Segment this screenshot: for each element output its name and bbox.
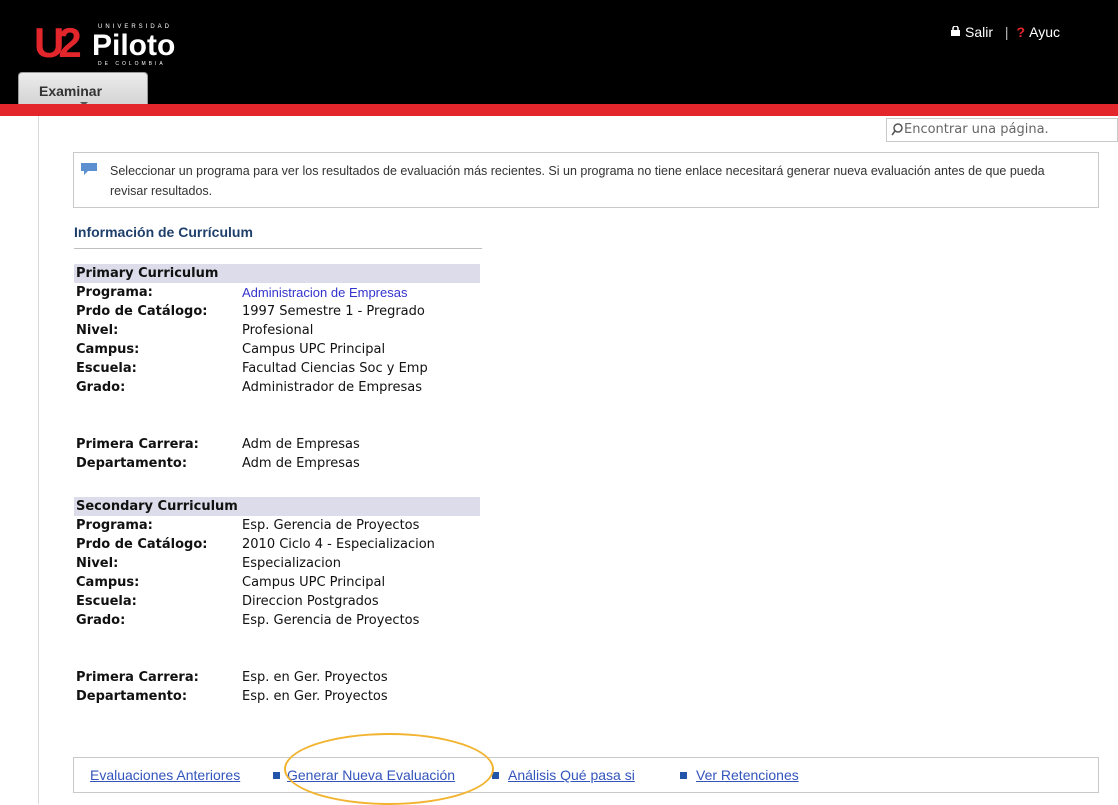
comment-icon: [81, 163, 97, 175]
lock-icon: [951, 26, 960, 37]
examinar-label: Examinar: [39, 83, 103, 99]
search-icon: [891, 123, 903, 136]
table-row: Escuela: Facultad Ciencias Soc y Emp: [74, 359, 480, 378]
row-label: Escuela:: [76, 361, 137, 376]
row-label: Nivel:: [76, 556, 119, 571]
row-value: Campus UPC Principal: [242, 575, 386, 590]
highlight-ellipse: [284, 733, 494, 805]
row-label: Grado:: [76, 380, 126, 395]
row-label: Grado:: [76, 613, 126, 628]
separator: |: [1004, 24, 1009, 40]
program-link[interactable]: Administracion de Empresas: [242, 283, 407, 302]
notice-text: Seleccionar un programa para ver los res…: [110, 164, 1045, 198]
help-icon: ?: [1016, 24, 1026, 40]
row-value: Campus UPC Principal: [242, 342, 386, 357]
section-title: Información de Currículum: [74, 224, 253, 240]
user-links: Salir |? Ayuc: [950, 24, 1060, 40]
row-value: Adm de Empresas: [242, 437, 360, 452]
row-label: Departamento:: [76, 456, 188, 471]
logo-mark: U2: [34, 19, 82, 66]
secondary-curriculum-table: Secondary Curriculum Programa: Esp. Geren…: [74, 497, 480, 630]
previous-evaluations-link[interactable]: Evaluaciones Anteriores: [90, 767, 240, 783]
exit-label: Salir: [965, 24, 994, 40]
exit-link[interactable]: Salir: [950, 24, 997, 40]
row-value: Direccion Postgrados: [242, 594, 379, 609]
search-placeholder: Encontrar una página.: [904, 122, 1049, 137]
row-value: Facultad Ciencias Soc y Emp: [242, 361, 428, 376]
table-row: Nivel: Profesional: [74, 321, 480, 340]
row-label: Campus:: [76, 342, 140, 357]
row-value: Esp. Gerencia de Proyectos: [242, 518, 420, 533]
row-value: 2010 Ciclo 4 - Especializacion: [242, 537, 435, 552]
row-label: Programa:: [76, 518, 153, 533]
table-row: Programa: Administracion de Empresas: [74, 283, 480, 302]
row-value: 1997 Semestre 1 - Pregrado: [242, 304, 425, 319]
row-label: Nivel:: [76, 323, 119, 338]
primary-curriculum-header: Primary Curriculum: [74, 264, 480, 283]
content-left-border: [38, 116, 39, 804]
table-row: Prdo de Catálogo: 1997 Semestre 1 - Pregr…: [74, 302, 480, 321]
row-value: Esp. Gerencia de Proyectos: [242, 613, 420, 628]
row-value: Adm de Empresas: [242, 456, 360, 471]
primary-curriculum-table: Primary Curriculum Programa: Administraci…: [74, 264, 480, 397]
table-row: Grado: Esp. Gerencia de Proyectos: [74, 611, 480, 630]
view-retentions-link[interactable]: Ver Retenciones: [696, 767, 799, 783]
row-value: Especializacion: [242, 556, 341, 571]
bullet-icon: [680, 772, 687, 779]
table-row: Prdo de Catálogo: 2010 Ciclo 4 - Especial…: [74, 535, 480, 554]
row-value: Esp. en Ger. Proyectos: [242, 689, 388, 704]
logo-bottom-text: DE COLOMBIA: [98, 61, 166, 67]
row-label: Prdo de Catálogo:: [76, 537, 208, 552]
help-label: Ayuc: [1029, 24, 1060, 40]
row-label: Programa:: [76, 285, 153, 300]
row-value: Profesional: [242, 323, 314, 338]
university-logo[interactable]: U2 UNIVERSIDAD Piloto DE COLOMBIA: [34, 18, 194, 68]
find-page-search[interactable]: Encontrar una página.: [886, 118, 1118, 142]
secondary-curriculum-header: Secondary Curriculum: [74, 497, 480, 516]
info-notice: Seleccionar un programa para ver los res…: [73, 152, 1099, 208]
bullet-icon: [273, 772, 280, 779]
table-row: Nivel: Especializacion: [74, 554, 480, 573]
what-if-analysis-link[interactable]: Análisis Qué pasa si: [508, 767, 635, 783]
red-divider: [0, 104, 1118, 116]
row-label: Primera Carrera:: [76, 670, 199, 685]
row-value: Esp. en Ger. Proyectos: [242, 670, 388, 685]
row-label: Prdo de Catálogo:: [76, 304, 208, 319]
table-row: Programa: Esp. Gerencia de Proyectos: [74, 516, 480, 535]
section-divider: [74, 248, 482, 249]
row-label: Departamento:: [76, 689, 188, 704]
table-row: Campus: Campus UPC Principal: [74, 573, 480, 592]
row-label: Escuela:: [76, 594, 137, 609]
table-row: Campus: Campus UPC Principal: [74, 340, 480, 359]
table-row: Grado: Administrador de Empresas: [74, 378, 480, 397]
actions-bar: Evaluaciones Anteriores Generar Nueva Ev…: [73, 757, 1099, 793]
top-bar: U2 UNIVERSIDAD Piloto DE COLOMBIA Salir …: [0, 0, 1118, 112]
row-label: Campus:: [76, 575, 140, 590]
row-label: Primera Carrera:: [76, 437, 199, 452]
row-value: Administrador de Empresas: [242, 380, 422, 395]
help-link[interactable]: ? Ayuc: [1017, 24, 1060, 40]
logo-word: Piloto: [92, 29, 176, 62]
table-row: Escuela: Direccion Postgrados: [74, 592, 480, 611]
